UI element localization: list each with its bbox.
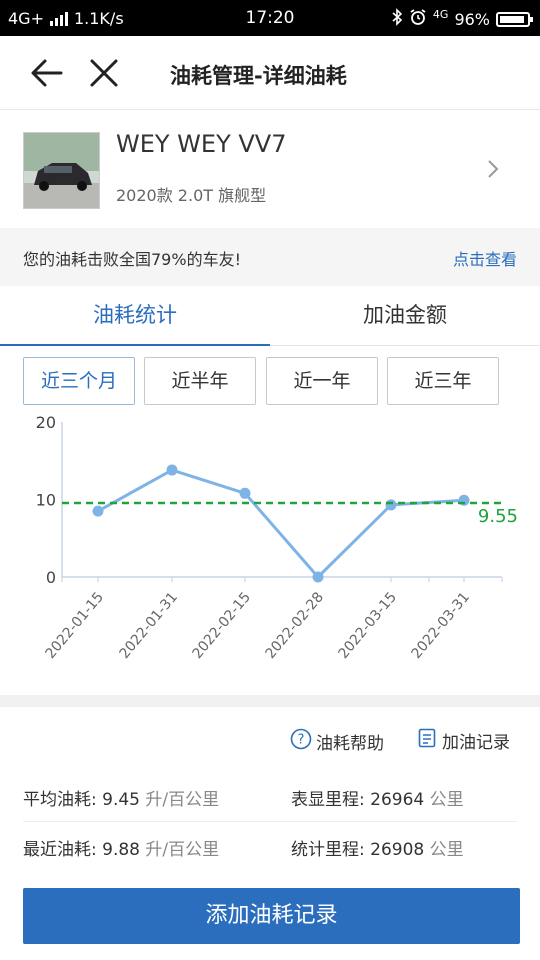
car-thumbnail	[23, 132, 100, 209]
range-selector: 近三个月 近半年 近一年 近三年	[23, 357, 503, 405]
fuel-chart: 0 10 20 2022-01-15 2022-01-31 2022-02-15 2022-…	[0, 405, 540, 695]
page-title: 油耗管理-详细油耗	[170, 64, 347, 88]
data-point	[312, 571, 324, 583]
close-icon[interactable]	[88, 56, 120, 90]
battery-icon	[496, 11, 533, 27]
fuel-help-link[interactable]: ? 油耗帮助	[290, 728, 384, 755]
stats-panel: 平均油耗: 9.45 升/百公里 表显里程: 26964 公里 最近油耗: 9.…	[23, 772, 517, 872]
x-tick-label: 2022-02-28	[263, 589, 328, 662]
network-4g: 4G	[432, 7, 449, 21]
fuel-chart-svg: 010202022-01-15 2022-01-31 2022-02-15 2022-…	[36, 413, 518, 662]
x-tick-label: 2022-03-31	[409, 589, 474, 662]
cta-bar: 添加油耗记录	[0, 872, 540, 960]
data-point	[92, 505, 104, 517]
recent-consumption-value: 9.88	[102, 840, 140, 860]
series-line	[97, 468, 465, 579]
x-tick-label: 2022-03-15	[336, 589, 401, 662]
chevron-right-icon	[486, 158, 500, 180]
help-icon: ?	[290, 728, 312, 755]
range-3-years-button[interactable]: 近三年	[387, 357, 499, 405]
stat-mileage: 统计里程: 26908 公里	[291, 835, 464, 860]
back-arrow-icon[interactable]	[30, 56, 64, 90]
car-name: WEY WEY VV7	[116, 130, 287, 158]
x-tick-label: 2022-02-15	[190, 589, 255, 662]
alarm-icon	[409, 8, 427, 30]
section-divider	[0, 695, 540, 707]
y-tick-label: 0	[46, 568, 56, 587]
stat-mileage-label: 统计里程:	[291, 840, 365, 860]
x-tick-label: 2022-01-15	[43, 589, 108, 662]
list-icon	[418, 728, 436, 753]
tab-fuel-stats[interactable]: 油耗统计	[0, 286, 270, 346]
help-links: ? 油耗帮助 加油记录	[0, 718, 540, 762]
avg-consumption-label: 平均油耗:	[23, 790, 97, 810]
range-6-months-button[interactable]: 近半年	[144, 357, 256, 405]
refuel-records-label: 加油记录	[442, 733, 510, 753]
ranking-text: 您的油耗击败全国79%的车友!	[23, 250, 241, 269]
range-3-months-button[interactable]: 近三个月	[23, 357, 135, 405]
battery-percent: 96%	[454, 9, 490, 29]
stats-row-2: 最近油耗: 9.88 升/百公里 统计里程: 26908 公里	[23, 822, 517, 872]
svg-text:?: ?	[298, 733, 305, 748]
data-point	[385, 499, 397, 511]
recent-consumption-label: 最近油耗:	[23, 840, 97, 860]
y-tick-label: 10	[36, 491, 56, 510]
view-ranking-link[interactable]: 点击查看	[453, 246, 517, 270]
stats-row-1: 平均油耗: 9.45 升/百公里 表显里程: 26964 公里	[23, 772, 517, 822]
odometer-unit: 公里	[429, 790, 464, 810]
status-bar: 4G+ 1.1K/s 17:20 4G 96%	[0, 0, 540, 36]
nav-bar: 油耗管理-详细油耗	[0, 36, 540, 110]
data-point	[166, 464, 178, 476]
stat-mileage-value: 26908	[370, 840, 425, 860]
odometer: 表显里程: 26964 公里	[291, 785, 464, 810]
fuel-help-label: 油耗帮助	[316, 734, 384, 754]
y-tick-label: 20	[36, 413, 56, 432]
avg-consumption-value: 9.45	[102, 790, 140, 810]
refuel-records-link[interactable]: 加油记录	[418, 728, 510, 753]
x-tick-label: 2022-01-31	[117, 589, 182, 662]
ranking-banner: 您的油耗击败全国79%的车友! 点击查看	[0, 228, 540, 286]
tab-bar: 油耗统计 加油金额	[0, 286, 540, 346]
range-1-year-button[interactable]: 近一年	[266, 357, 378, 405]
odometer-value: 26964	[370, 790, 425, 810]
car-model: 2020款 2.0T 旗舰型	[116, 186, 267, 205]
tab-fuel-amount[interactable]: 加油金额	[270, 286, 540, 346]
bluetooth-icon	[391, 8, 403, 30]
avg-consumption: 平均油耗: 9.45 升/百公里	[23, 785, 219, 810]
car-info-row[interactable]: WEY WEY VV7 2020款 2.0T 旗舰型	[0, 110, 540, 228]
status-right: 4G 96%	[391, 7, 533, 30]
avg-consumption-unit: 升/百公里	[145, 790, 220, 810]
data-point	[239, 487, 251, 499]
odometer-label: 表显里程:	[291, 790, 365, 810]
stat-mileage-unit: 公里	[429, 840, 464, 860]
add-fuel-record-button[interactable]: 添加油耗记录	[23, 888, 520, 944]
average-reference-label: 9.55	[478, 506, 518, 527]
recent-consumption-unit: 升/百公里	[145, 840, 220, 860]
recent-consumption: 最近油耗: 9.88 升/百公里	[23, 835, 219, 860]
